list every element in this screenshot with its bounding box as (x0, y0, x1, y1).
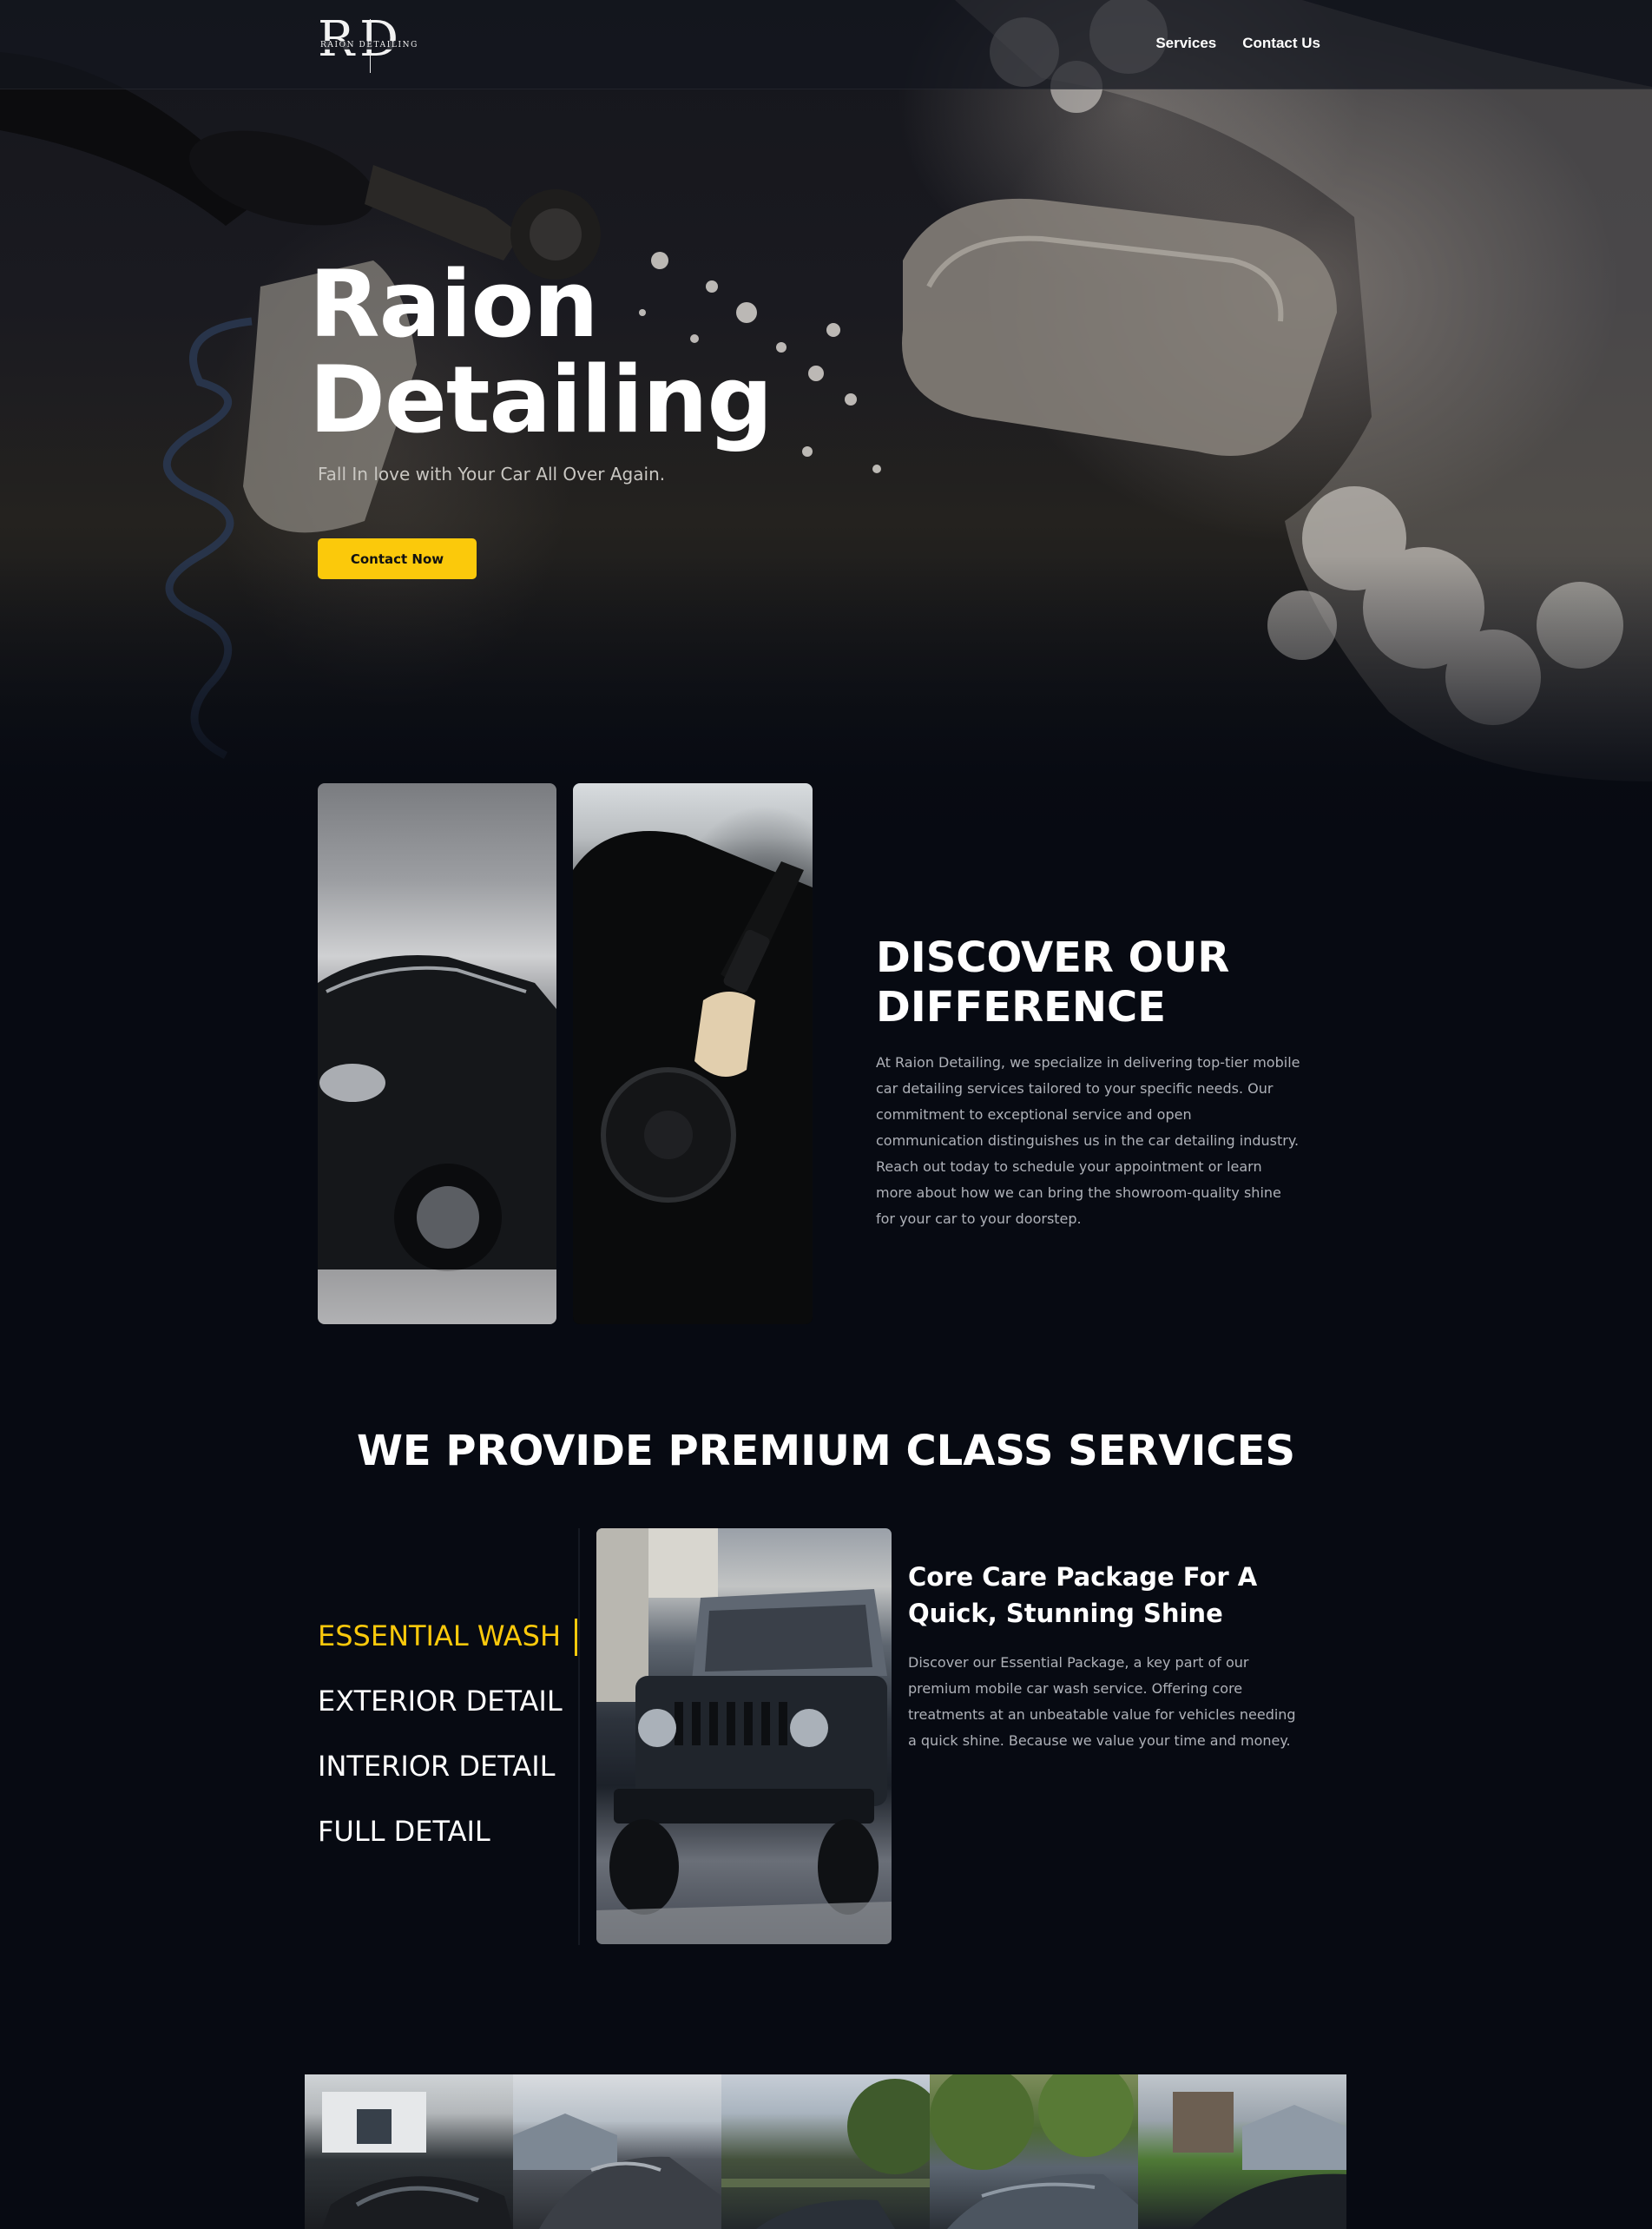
main-nav: Services Contact Us (1155, 35, 1320, 52)
logo-letters: RD (318, 11, 405, 68)
hero-tagline: Fall In love with Your Car All Over Agai… (318, 464, 666, 485)
discover-title: DISCOVER OUR DIFFERENCE (876, 933, 1229, 1032)
hero-title-line-1: Raion (309, 251, 599, 358)
services-title: WE PROVIDE PREMIUM CLASS SERVICES (356, 1427, 1296, 1475)
gallery-photo-3[interactable] (721, 2074, 930, 2229)
gallery-photo-2[interactable] (513, 2074, 721, 2229)
car-wash-photo (318, 783, 556, 1324)
top-navbar: RD RAION DETAILING Services Contact Us (0, 0, 1652, 89)
hero-title: Raion Detailing (309, 251, 773, 453)
hero-fade-overlay (0, 556, 1652, 868)
gallery-strip (305, 2074, 1347, 2229)
gallery-photo-5[interactable] (1138, 2074, 1346, 2229)
tab-full-detail[interactable]: FULL DETAIL (318, 1812, 563, 1877)
tab-exterior-detail[interactable]: EXTERIOR DETAIL (318, 1682, 563, 1747)
jeep-photo (596, 1528, 892, 1944)
brand-logo[interactable]: RD RAION DETAILING (318, 11, 425, 73)
logo-subtitle: RAION DETAILING (319, 41, 419, 49)
contact-now-button[interactable]: Contact Now (318, 538, 477, 579)
service-tab-list: ESSENTIAL WASH EXTERIOR DETAIL INTERIOR … (318, 1617, 563, 1877)
gallery-photo-4[interactable] (930, 2074, 1138, 2229)
hero-title-line-2: Detailing (309, 346, 773, 453)
discover-title-line-1: DISCOVER OUR (876, 933, 1230, 982)
package-title: Core Care Package For A Quick, Stunning … (908, 1562, 1258, 1628)
hero-section: RD RAION DETAILING Services Contact Us R… (0, 0, 1652, 868)
tab-interior-detail[interactable]: INTERIOR DETAIL (318, 1747, 563, 1812)
tab-divider (578, 1528, 580, 1945)
active-tab-indicator (575, 1619, 577, 1656)
gallery-photo-1[interactable] (305, 2074, 513, 2229)
tab-essential-wash[interactable]: ESSENTIAL WASH (318, 1617, 563, 1682)
interior-brush-photo (573, 783, 813, 1324)
nav-link-services[interactable]: Services (1155, 35, 1216, 52)
discover-body: At Raion Detailing, we specialize in del… (876, 1054, 1300, 1227)
discover-title-line-2: DIFFERENCE (876, 983, 1167, 1032)
package-description: Discover our Essential Package, a key pa… (908, 1654, 1296, 1749)
nav-link-contact-us[interactable]: Contact Us (1242, 35, 1320, 52)
